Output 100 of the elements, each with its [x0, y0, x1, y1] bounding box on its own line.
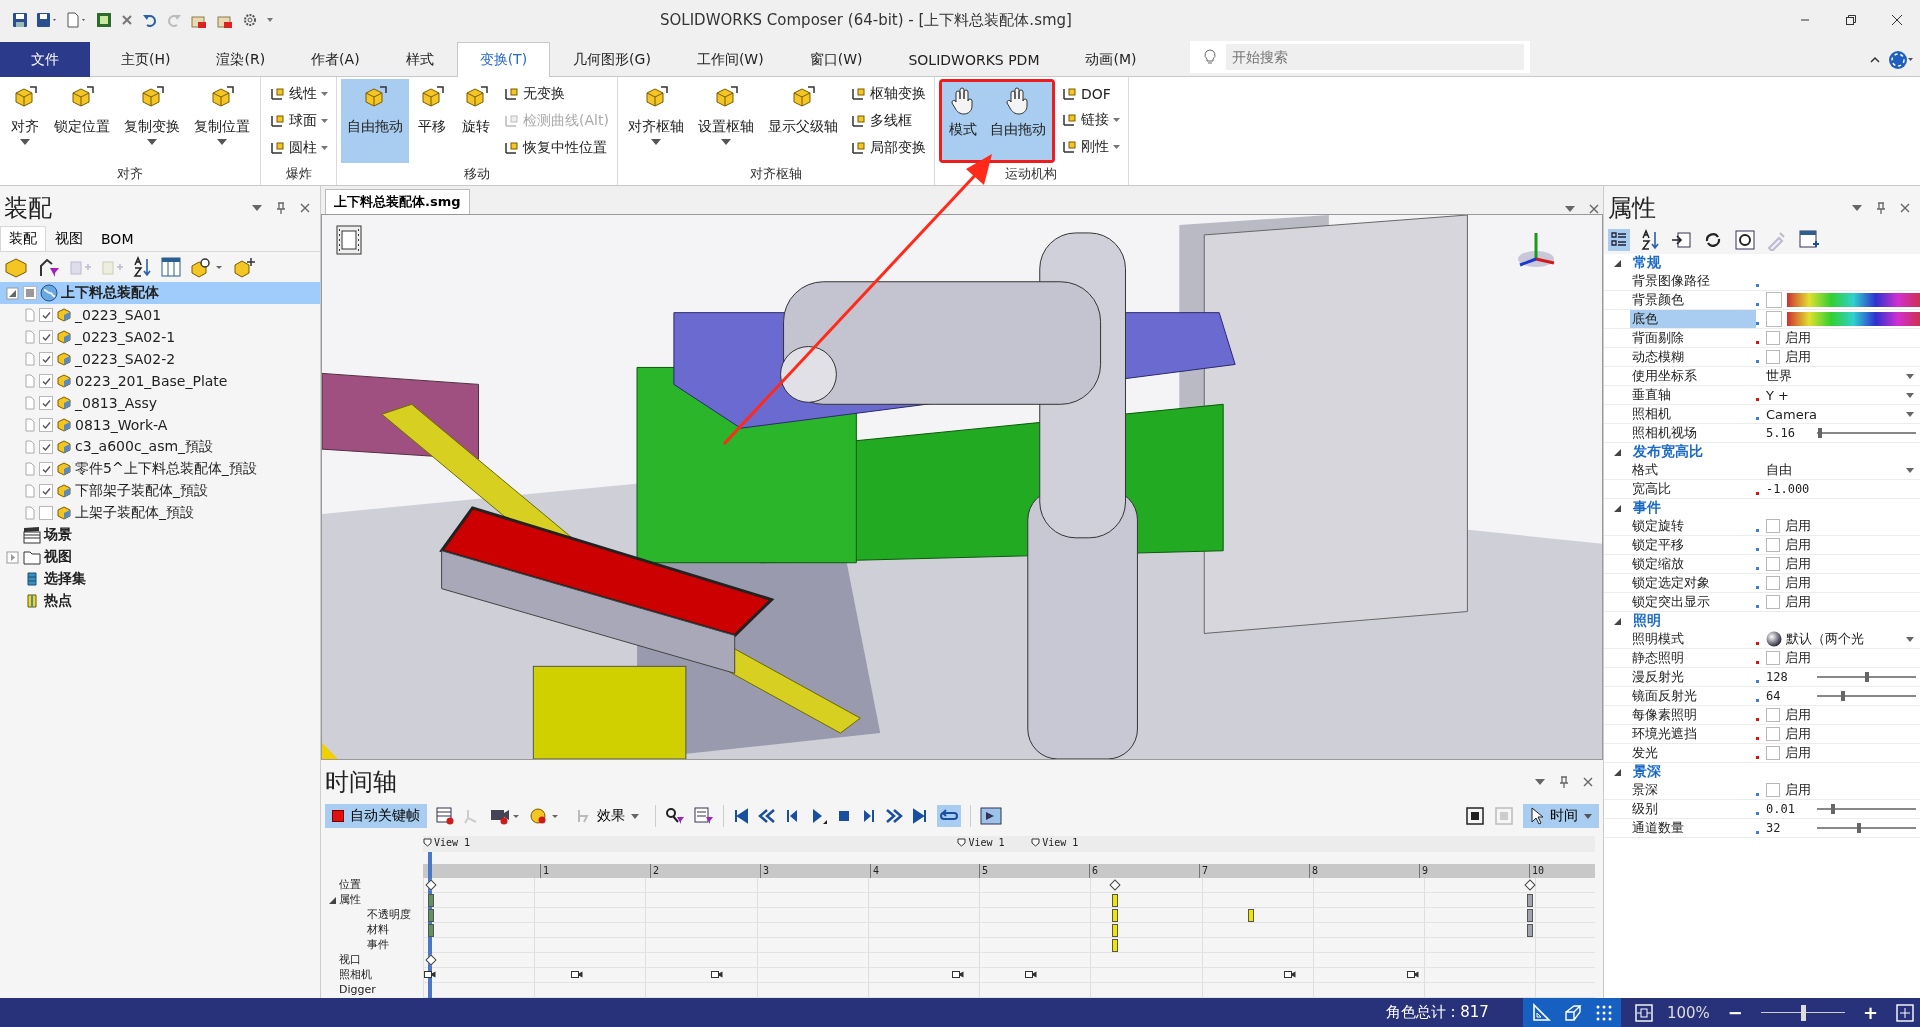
ribbon-button[interactable]: 显示父级轴 [761, 79, 844, 163]
tree-item[interactable]: 零件5^上下料总装配体_預設 [0, 458, 320, 480]
checkbox[interactable] [39, 352, 53, 366]
ribbon-button[interactable]: 链接 [1058, 110, 1122, 130]
tree-item[interactable]: 选择集 [0, 568, 320, 590]
zoom-in-button[interactable]: + [1858, 1002, 1882, 1023]
keyframe-table-icon[interactable] [436, 807, 454, 825]
ribbon-button[interactable]: 枢轴变换 [847, 84, 928, 105]
checkbox[interactable] [1766, 783, 1780, 797]
ribbon-button[interactable]: 多线框 [847, 111, 928, 131]
checkbox[interactable] [39, 374, 53, 388]
checkbox[interactable] [39, 484, 53, 498]
save-icon[interactable] [12, 12, 28, 28]
ribbon-button[interactable]: 设置枢轴 [691, 79, 760, 163]
dropdown[interactable]: 默认（两个光 [1766, 630, 1920, 648]
expander-icon[interactable] [6, 285, 20, 301]
ribbon-button[interactable]: 圆柱 [267, 137, 330, 158]
tree-item[interactable]: 0223_201_Base_Plate [0, 370, 320, 392]
checkbox[interactable] [1766, 595, 1780, 609]
caret-icon[interactable] [1852, 205, 1862, 211]
camera-keyframe-icon[interactable] [711, 970, 724, 979]
view-marker[interactable]: View 1 [423, 837, 471, 848]
skip-start-icon[interactable] [733, 808, 749, 824]
collapse-icon[interactable] [1870, 56, 1880, 64]
view-marker[interactable]: View 1 [957, 837, 1005, 848]
checkbox[interactable] [1766, 651, 1780, 665]
dropdown[interactable]: Y + [1766, 387, 1920, 403]
save-as-icon[interactable] [36, 12, 58, 28]
property-name[interactable]: 发光 [1630, 744, 1756, 762]
timeline-track[interactable] [423, 893, 1595, 908]
caret-icon[interactable] [1565, 206, 1575, 212]
ribbon-tab[interactable]: 主页(H) [98, 42, 194, 77]
ribbon-button[interactable]: 局部变换 [847, 137, 928, 158]
fast-forward-icon[interactable] [885, 808, 903, 824]
caret-icon[interactable] [1535, 779, 1545, 785]
ribbon-button[interactable]: 平移 [411, 79, 453, 163]
cube-icon[interactable] [232, 256, 256, 278]
ribbon-tab[interactable]: 作者(A) [288, 42, 383, 77]
timeline-track[interactable] [423, 923, 1595, 938]
pin-icon[interactable] [1876, 202, 1886, 214]
color-swatch[interactable] [1766, 292, 1782, 308]
close-icon[interactable] [1589, 204, 1599, 214]
parts-icon[interactable] [4, 256, 28, 278]
property-name[interactable]: 使用坐标系 [1630, 367, 1756, 385]
property-name[interactable]: 级别 [1630, 800, 1756, 818]
tree-item[interactable]: _0813_Assy [0, 392, 320, 414]
ribbon-button[interactable]: 复制位置 [188, 79, 256, 163]
property-name[interactable]: 背景图像路径 [1630, 272, 1756, 290]
play-icon[interactable] [810, 807, 828, 825]
property-name[interactable]: 底色 [1630, 310, 1756, 328]
pin-icon[interactable] [276, 202, 286, 214]
rewind-icon[interactable] [758, 808, 776, 824]
property-name[interactable]: 静态照明 [1630, 649, 1756, 667]
keyframe-bar[interactable] [1526, 909, 1533, 922]
property-name[interactable]: 每像素照明 [1630, 706, 1756, 724]
ribbon-tab[interactable]: 工作间(W) [673, 42, 787, 77]
ribbon-tab[interactable]: SOLIDWORKS PDM [885, 42, 1063, 77]
section-header[interactable]: 发布宽高比 [1604, 443, 1920, 461]
checkbox[interactable] [1766, 746, 1780, 760]
ribbon-tab[interactable]: 样式 [382, 42, 457, 77]
timeline-track[interactable] [423, 953, 1595, 968]
film-icon[interactable] [336, 225, 362, 255]
property-name[interactable]: 锁定平移 [1630, 536, 1756, 554]
key-filter-icon[interactable] [665, 807, 685, 825]
property-name[interactable]: 动态模糊 [1630, 348, 1756, 366]
panel-tab[interactable]: 视图 [46, 226, 92, 251]
panel-tab[interactable]: BOM [92, 226, 143, 251]
checkbox[interactable] [1766, 708, 1780, 722]
collapse-icon[interactable] [329, 897, 336, 904]
caret-icon[interactable] [252, 205, 262, 211]
loop-button[interactable] [937, 805, 961, 827]
checkbox[interactable] [1766, 350, 1780, 364]
document-icon[interactable] [66, 12, 88, 28]
property-name[interactable]: 锁定缩放 [1630, 555, 1756, 573]
tree-item[interactable]: 下部架子装配体_預設 [0, 480, 320, 502]
expander-icon[interactable] [6, 549, 20, 565]
ribbon-button[interactable]: 线性 [267, 84, 330, 105]
close-icon[interactable] [300, 203, 310, 213]
checkbox[interactable] [39, 506, 53, 520]
property-name[interactable]: 环境光遮挡 [1630, 725, 1756, 743]
fit-icon[interactable] [1465, 806, 1485, 826]
property-name[interactable]: 格式 [1630, 461, 1756, 479]
keyframe-bar[interactable] [1112, 939, 1119, 952]
camera-keyframe-icon[interactable] [1407, 970, 1420, 979]
color-swatch[interactable] [1766, 311, 1782, 327]
keyframe-bar[interactable] [1526, 894, 1533, 907]
ribbon-button[interactable]: 复制变换 [118, 79, 186, 163]
property-name[interactable]: 锁定旋转 [1630, 517, 1756, 535]
document-tab[interactable]: 上下料总装配体.smg [325, 189, 470, 214]
checkbox[interactable] [39, 440, 53, 454]
time-mode-button[interactable]: 时间 [1523, 804, 1599, 828]
autokey-button[interactable]: 自动关键帧 [325, 804, 427, 828]
keyframe-bar[interactable] [1247, 909, 1254, 922]
close-icon[interactable] [1900, 203, 1910, 213]
camera-keyframe-icon[interactable] [571, 970, 584, 979]
timeline-track[interactable] [423, 983, 1595, 998]
timeline-track[interactable] [423, 908, 1595, 923]
color-spectrum[interactable] [1787, 312, 1920, 326]
keyframe-bar[interactable] [1112, 909, 1119, 922]
categorized-icon[interactable] [1608, 229, 1630, 251]
